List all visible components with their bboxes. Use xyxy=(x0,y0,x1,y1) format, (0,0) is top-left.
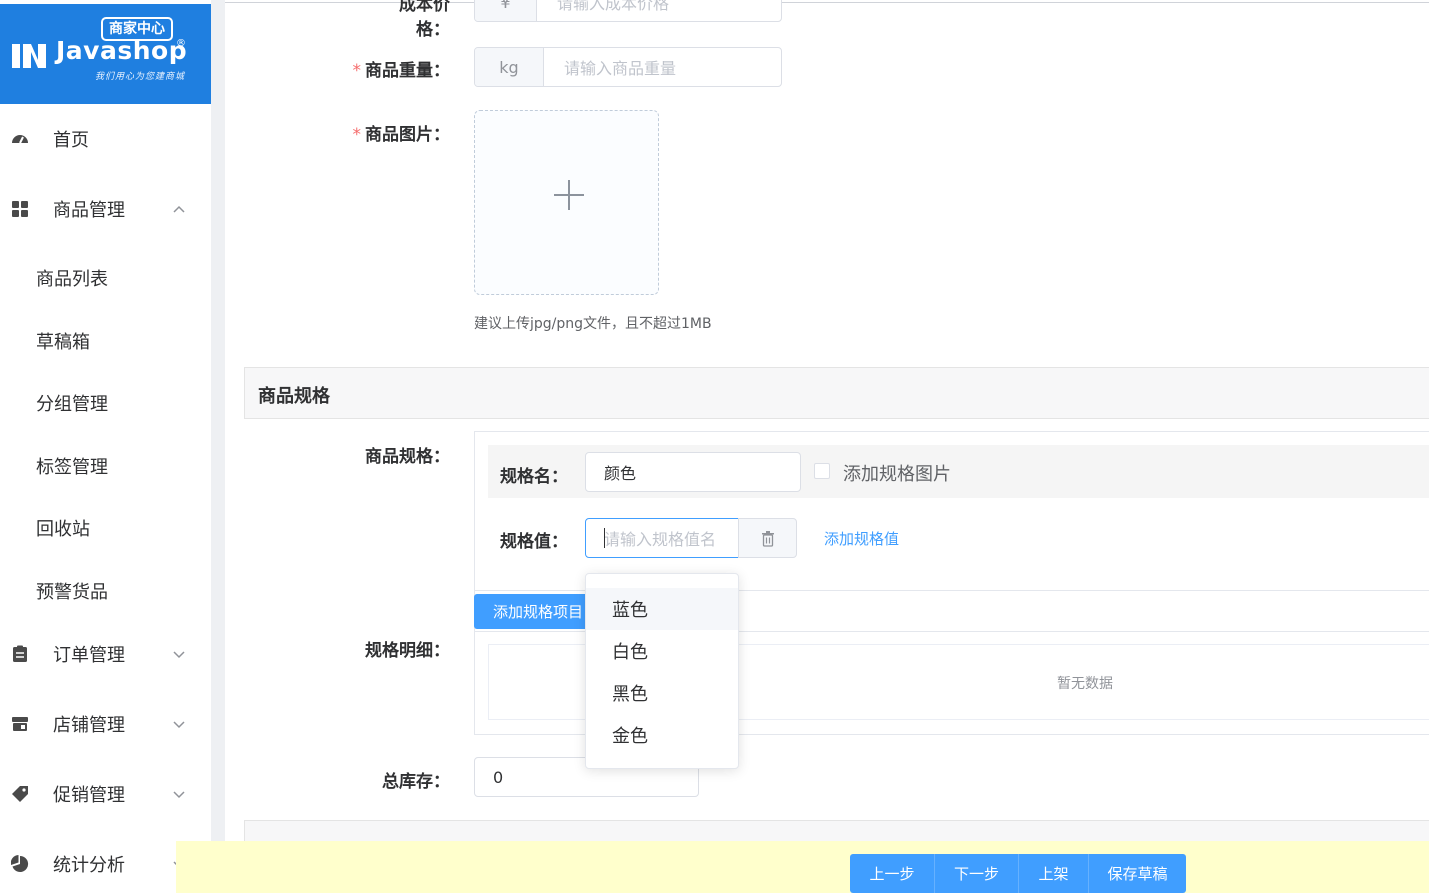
save-draft-button[interactable]: 保存草稿 xyxy=(1088,854,1186,893)
spec-label: 商品规格： xyxy=(350,442,450,467)
javashop-logo-icon xyxy=(12,44,46,68)
trash-icon xyxy=(762,531,774,547)
sidebar-item-store[interactable]: 店铺管理 xyxy=(0,704,211,744)
plus-icon-vertical xyxy=(568,180,570,210)
sidebar-item-label: 预警货品 xyxy=(36,582,108,603)
weight-label-text: 商品重量： xyxy=(365,61,450,81)
brand-logo[interactable]: 商家中心 Javashop ® 我们用心为您建商城 xyxy=(0,4,211,104)
sidebar-item-label: 商品管理 xyxy=(53,200,125,221)
spec-value-label: 规格值： xyxy=(500,532,568,552)
add-spec-value-link[interactable]: 添加规格值 xyxy=(824,528,899,549)
image-upload-box[interactable] xyxy=(474,110,659,295)
chevron-down-icon xyxy=(173,791,185,799)
spec-value-input[interactable]: 请输入规格值名 xyxy=(585,518,739,558)
sidebar-item-label: 草稿箱 xyxy=(36,332,90,353)
pie-chart-icon xyxy=(11,855,29,872)
image-label-text: 商品图片： xyxy=(365,125,450,145)
stock-label: 总库存： xyxy=(350,767,450,792)
spec-label-text: 商品规格： xyxy=(365,447,450,467)
weight-label: * 商品重量： xyxy=(350,56,451,81)
suggestion-option[interactable]: 蓝色 xyxy=(586,588,738,630)
weight-input[interactable]: 请输入商品重量 xyxy=(544,48,781,86)
suggestion-option[interactable]: 金色 xyxy=(586,714,738,756)
footer-action-bar xyxy=(176,841,1429,893)
next-step-button[interactable]: 下一步 xyxy=(934,854,1018,893)
upload-tip: 建议上传jpg/png文件，且不超过1MB xyxy=(474,316,712,332)
spec-value-suggestions: 蓝色 白色 黑色 金色 xyxy=(585,573,739,769)
sidebar-item-label: 商品列表 xyxy=(36,269,108,290)
chevron-down-icon xyxy=(173,721,185,729)
sidebar-gutter xyxy=(211,0,225,893)
required-mark: * xyxy=(352,61,362,81)
add-spec-image-label[interactable]: 添加规格图片 xyxy=(843,460,951,486)
sidebar-item-label: 首页 xyxy=(53,130,89,151)
sidebar-item-drafts[interactable]: 草稿箱 xyxy=(0,319,211,359)
empty-data-text: 暂无数据 xyxy=(1057,676,1113,692)
spec-section-header: 商品规格 xyxy=(244,367,1429,419)
publish-button[interactable]: 上架 xyxy=(1018,854,1088,893)
spec-detail-label: 规格明细： xyxy=(350,636,450,661)
sidebar-item-label: 促销管理 xyxy=(53,785,125,806)
weight-field[interactable]: kg 请输入商品重量 xyxy=(474,47,782,87)
brand-name: Javashop xyxy=(56,36,188,65)
grid-icon xyxy=(12,201,28,217)
currency-prefix: ¥ xyxy=(475,0,537,21)
cost-price-field[interactable]: ¥ 请输入成本价格 xyxy=(474,0,782,22)
sidebar-item-label: 统计分析 xyxy=(53,855,125,876)
sidebar-item-promotion[interactable]: 促销管理 xyxy=(0,774,211,814)
brand-slogan: 我们用心为您建商城 xyxy=(95,72,186,82)
cost-price-label: 成本价格： xyxy=(370,0,450,40)
sidebar-item-home[interactable]: 首页 xyxy=(0,119,211,159)
add-spec-item-button[interactable]: 添加规格项目 xyxy=(474,594,602,629)
sidebar-item-goods[interactable]: 商品管理 xyxy=(0,189,211,229)
required-mark: * xyxy=(352,125,362,145)
sidebar-item-groups[interactable]: 分组管理 xyxy=(0,381,211,421)
cost-price-label-text: 成本价格： xyxy=(399,0,450,40)
suggestion-option[interactable]: 黑色 xyxy=(586,672,738,714)
sidebar-item-orders[interactable]: 订单管理 xyxy=(0,634,211,674)
sidebar-item-label: 标签管理 xyxy=(36,457,108,478)
sidebar: 商家中心 Javashop ® 我们用心为您建商城 首页 商品管理 商品列表 草… xyxy=(0,0,211,893)
sidebar-item-goods-list[interactable]: 商品列表 xyxy=(0,256,211,296)
sidebar-item-label: 订单管理 xyxy=(53,645,125,666)
weight-unit-prefix: kg xyxy=(475,48,544,86)
stock-label-text: 总库存： xyxy=(382,772,450,792)
prev-step-button[interactable]: 上一步 xyxy=(850,854,934,893)
spec-name-input[interactable]: 颜色 xyxy=(585,452,801,492)
cost-price-input[interactable]: 请输入成本价格 xyxy=(537,0,781,21)
sidebar-item-label: 分组管理 xyxy=(36,394,108,415)
spec-name-label: 规格名： xyxy=(500,467,568,487)
spec-detail-label-text: 规格明细： xyxy=(365,641,450,661)
registered-mark: ® xyxy=(176,38,186,49)
sidebar-item-stock-warning[interactable]: 预警货品 xyxy=(0,569,211,609)
suggestion-option[interactable]: 白色 xyxy=(586,630,738,672)
add-spec-image-checkbox[interactable] xyxy=(814,463,830,479)
sidebar-item-recycle-bin[interactable]: 回收站 xyxy=(0,506,211,546)
delete-spec-value-button[interactable] xyxy=(738,518,797,558)
text-caret xyxy=(604,528,605,548)
image-label: * 商品图片： xyxy=(350,120,451,145)
chevron-up-icon xyxy=(173,205,185,213)
clipboard-icon xyxy=(13,645,27,662)
chevron-down-icon xyxy=(173,651,185,659)
store-icon xyxy=(12,717,28,731)
spec-section-title: 商品规格 xyxy=(258,386,330,407)
sidebar-item-label: 回收站 xyxy=(36,519,90,540)
tag-icon xyxy=(12,786,28,802)
dashboard-icon xyxy=(12,135,28,144)
sidebar-item-tags[interactable]: 标签管理 xyxy=(0,444,211,484)
sidebar-item-label: 店铺管理 xyxy=(53,715,125,736)
